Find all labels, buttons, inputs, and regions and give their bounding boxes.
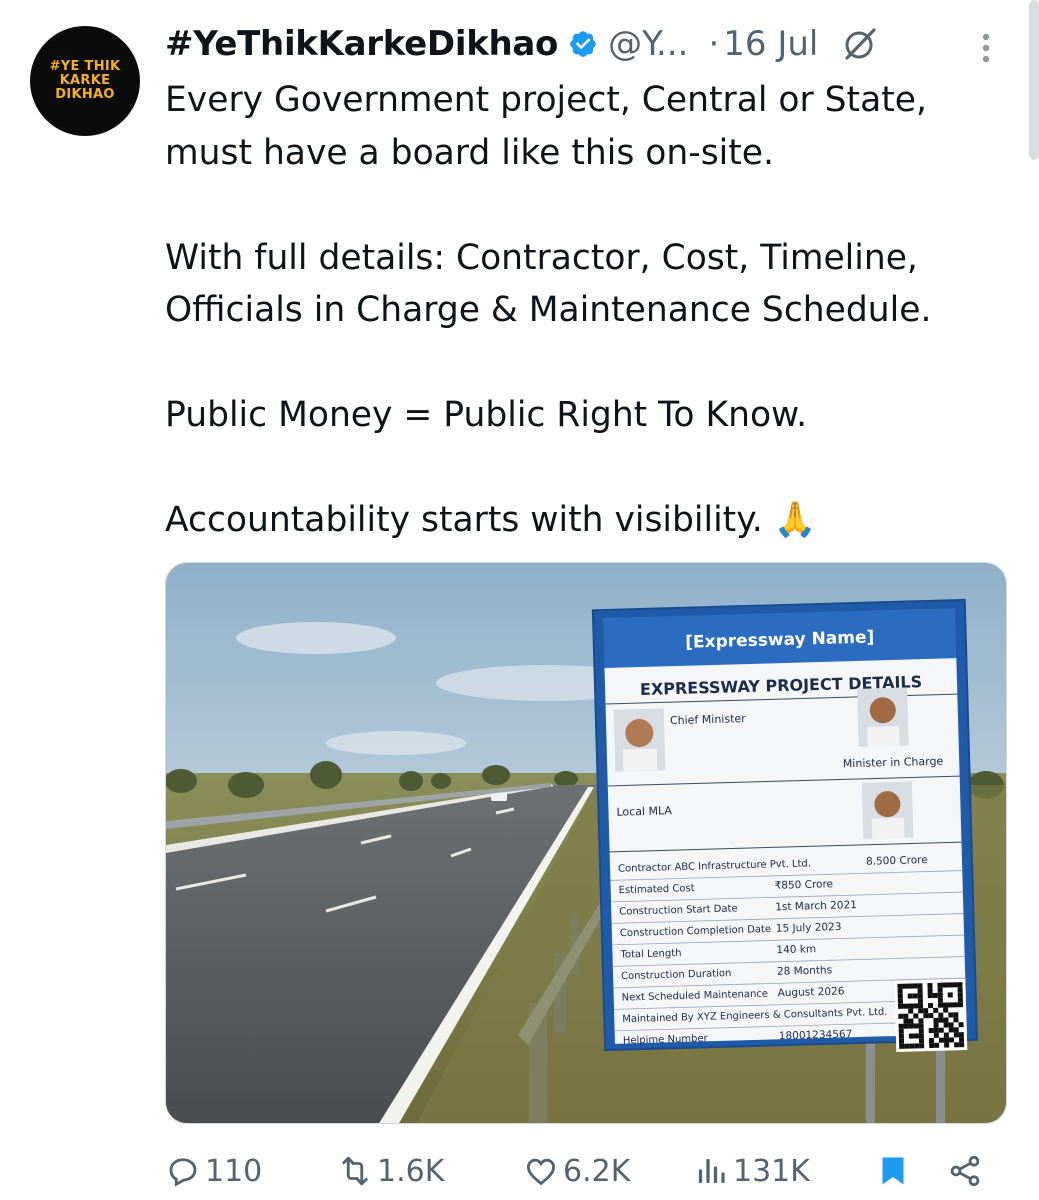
- like-button[interactable]: 6.2K: [523, 1146, 630, 1196]
- tweet-action-bar: 110 1.6K 6.2K 131K: [165, 1146, 1005, 1200]
- views-button[interactable]: 131K: [693, 1146, 810, 1196]
- display-name[interactable]: #YeThikKarkeDikhao: [165, 24, 558, 64]
- avatar-line-2: KARKE: [59, 73, 111, 88]
- separator-dot: ·: [708, 24, 720, 64]
- board-row-value: 28 Months: [777, 964, 832, 978]
- tweet-text-line: Public Money = Public Right To Know.: [165, 395, 808, 435]
- tweet-text-line: Accountability starts with visibility. 🙏: [165, 500, 817, 540]
- repost-button[interactable]: 1.6K: [337, 1146, 444, 1196]
- verified-badge-icon: [568, 29, 598, 59]
- board-row-value: August 2026: [777, 985, 844, 999]
- board-row-label: Total Length: [619, 948, 681, 961]
- board-row-value: 15 July 2023: [776, 921, 842, 935]
- tweet-text-line: Officials in Charge & Maintenance Schedu…: [165, 290, 932, 330]
- reply-button[interactable]: 110: [165, 1146, 262, 1196]
- reply-count: 110: [205, 1153, 263, 1189]
- board-row-value: 18001234567: [779, 1028, 853, 1042]
- like-icon: [526, 1158, 556, 1186]
- share-button[interactable]: [947, 1146, 983, 1196]
- tweet-date[interactable]: 16 Jul: [723, 24, 818, 64]
- reply-icon: [169, 1158, 197, 1187]
- avatar-line-1: #YE THIK: [49, 59, 121, 74]
- board-row-value: 140 km: [776, 943, 816, 956]
- tweet-header: #YeThikKarkeDikhao @Y... · 16 Jul: [165, 16, 1039, 72]
- repost-count: 1.6K: [377, 1153, 445, 1189]
- board-row-label: Estimated Cost: [619, 883, 695, 896]
- grok-icon[interactable]: [840, 24, 880, 64]
- repost-icon: [342, 1156, 368, 1186]
- more-vertical-icon[interactable]: [968, 28, 1004, 68]
- views-count: 131K: [733, 1153, 810, 1189]
- scrollbar[interactable]: [1029, 0, 1039, 160]
- tweet-text-line: With full details: Contractor, Cost, Tim…: [165, 237, 918, 278]
- board-row-value: ₹850 Crore: [774, 878, 833, 892]
- avatar-line-3: DIKHAO: [55, 87, 115, 102]
- profile-avatar[interactable]: #YE THIK KARKE DIKHAO: [30, 26, 140, 136]
- board-chief-minister: Chief Minister: [670, 712, 747, 727]
- board-row-value: 1st March 2021: [775, 899, 857, 913]
- share-icon: [950, 1155, 980, 1187]
- like-count: 6.2K: [563, 1153, 631, 1189]
- qr-code-icon: [894, 979, 968, 1052]
- bookmark-icon: [882, 1157, 904, 1185]
- tweet-text: Every Government project, Central or Sta…: [165, 74, 1005, 547]
- board-row-value: 8.500 Crore: [866, 854, 928, 868]
- bookmark-button[interactable]: [875, 1146, 911, 1196]
- views-icon: [698, 1158, 725, 1184]
- board-local-mla: Local MLA: [616, 804, 672, 819]
- tweet-text-line: Every Government project, Central or Sta…: [165, 80, 927, 120]
- user-handle[interactable]: @Y...: [608, 24, 688, 64]
- tweet-text-line: must have a board like this on-site.: [165, 132, 774, 173]
- tweet-image[interactable]: [Expressway Name] EXPRESSWAY PROJECT DET…: [165, 562, 1007, 1124]
